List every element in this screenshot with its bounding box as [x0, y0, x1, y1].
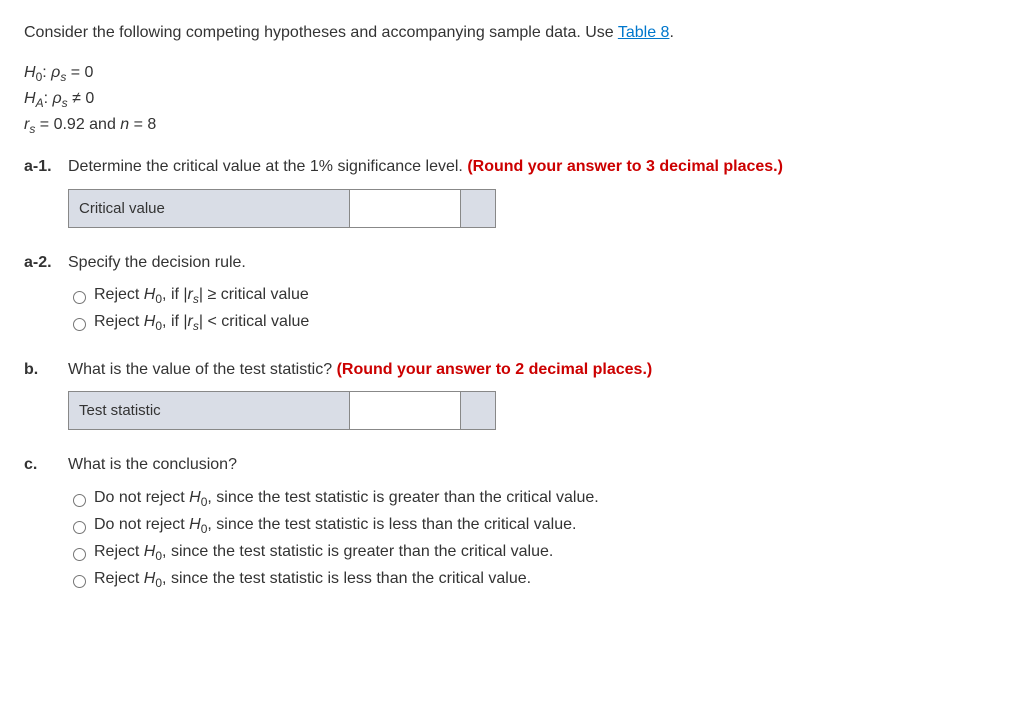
c-option3-radio[interactable] — [73, 548, 86, 561]
c-option4-radio[interactable] — [73, 575, 86, 588]
conclusion-options: Do not reject H0, since the test statist… — [68, 487, 1000, 592]
question-c: c. What is the conclusion? — [24, 454, 1000, 476]
a2-option2-radio[interactable] — [73, 318, 86, 331]
ha-line: HA: ρs ≠ 0 — [24, 88, 1000, 112]
a2-option1-label: Reject H0, if |rs| ≥ critical value — [94, 284, 309, 308]
text-a2: Specify the decision rule. — [68, 252, 1000, 274]
c-option1-label: Do not reject H0, since the test statist… — [94, 487, 599, 511]
text-c: What is the conclusion? — [68, 454, 1000, 476]
hypotheses-block: H0: ρs = 0 HA: ρs ≠ 0 rs = 0.92 and n = … — [24, 62, 1000, 138]
label-b: b. — [24, 359, 68, 381]
red-a1: (Round your answer to 3 decimal places.) — [467, 158, 783, 175]
c-option4-label: Reject H0, since the test statistic is l… — [94, 568, 531, 592]
question-a1: a-1. Determine the critical value at the… — [24, 156, 1000, 178]
red-b: (Round your answer to 2 decimal places.) — [337, 361, 653, 378]
question-b: b. What is the value of the test statist… — [24, 359, 1000, 381]
decision-rule-options: Reject H0, if |rs| ≥ critical value Reje… — [68, 284, 1000, 335]
test-statistic-label: Test statistic — [69, 392, 350, 430]
c-option2-radio[interactable] — [73, 521, 86, 534]
intro-text: Consider the following competing hypothe… — [24, 22, 1000, 44]
critical-value-input[interactable] — [360, 196, 449, 221]
label-a1: a-1. — [24, 156, 68, 178]
critical-value-label: Critical value — [69, 189, 350, 227]
test-statistic-table: Test statistic — [68, 391, 496, 430]
h0-line: H0: ρs = 0 — [24, 62, 1000, 86]
label-c: c. — [24, 454, 68, 476]
test-statistic-input[interactable] — [360, 398, 449, 423]
c-option3-label: Reject H0, since the test statistic is g… — [94, 541, 553, 565]
table-8-link[interactable]: Table 8 — [618, 24, 670, 41]
tail-cell-b — [461, 392, 496, 430]
a2-option1-radio[interactable] — [73, 291, 86, 304]
label-a2: a-2. — [24, 252, 68, 274]
critical-value-table: Critical value — [68, 189, 496, 228]
a2-option2-label: Reject H0, if |rs| < critical value — [94, 311, 309, 335]
c-option2-label: Do not reject H0, since the test statist… — [94, 514, 576, 538]
rs-n-line: rs = 0.92 and n = 8 — [24, 114, 1000, 138]
question-a2: a-2. Specify the decision rule. — [24, 252, 1000, 274]
c-option1-radio[interactable] — [73, 494, 86, 507]
text-a1: Determine the critical value at the 1% s… — [68, 158, 467, 175]
text-b: What is the value of the test statistic? — [68, 361, 337, 378]
tail-cell — [461, 189, 496, 227]
